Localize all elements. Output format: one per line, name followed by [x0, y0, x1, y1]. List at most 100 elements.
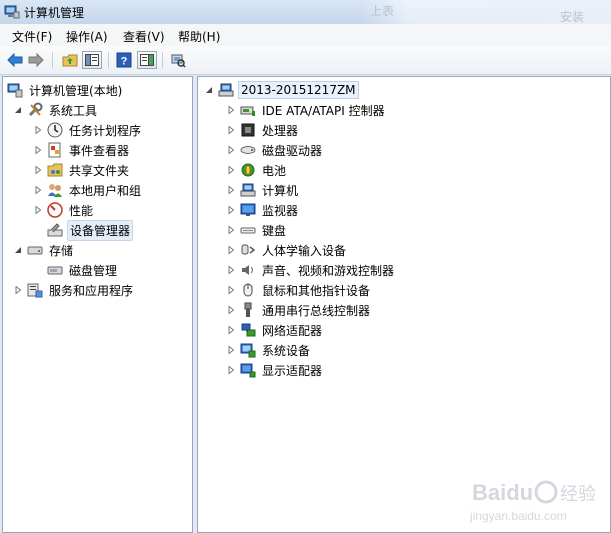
- collapsed-arrow-icon[interactable]: [226, 145, 236, 155]
- console-tree-toggle-button[interactable]: [82, 51, 102, 69]
- event-log-icon: [48, 142, 61, 158]
- expanded-arrow-icon[interactable]: [204, 85, 214, 95]
- expanded-arrow-icon[interactable]: [13, 105, 23, 115]
- tree-item-local-users[interactable]: 本地用户和组: [33, 181, 143, 199]
- collapsed-arrow-icon[interactable]: [33, 205, 43, 215]
- device-category-computer[interactable]: 计算机: [226, 181, 300, 199]
- scan-hardware-button[interactable]: [168, 51, 188, 69]
- tree-item-storage[interactable]: 存储: [13, 241, 75, 259]
- usb-icon: [244, 302, 252, 317]
- processor-icon: [241, 123, 255, 137]
- collapsed-arrow-icon[interactable]: [226, 265, 236, 275]
- tree-item-performance[interactable]: 性能: [33, 201, 95, 219]
- background-window-ghost: 上表 安装: [360, 0, 611, 24]
- back-button[interactable]: [5, 51, 25, 69]
- device-category-ide-controller[interactable]: IDE ATA/ATAPI 控制器: [226, 101, 387, 119]
- disk-drive-icon: [240, 146, 256, 154]
- device-category-disk-drive[interactable]: 磁盘驱动器: [226, 141, 324, 159]
- tree-item-label: 存储: [49, 243, 74, 258]
- title-bar: 计算机管理 上表 安装: [0, 0, 611, 24]
- device-category-system-device[interactable]: 系统设备: [226, 341, 312, 359]
- tree-item-services-apps[interactable]: 服务和应用程序: [13, 281, 135, 299]
- device-category-label: 计算机: [262, 183, 299, 198]
- tree-item-device-manager[interactable]: 设备管理器: [47, 219, 134, 241]
- device-category-keyboard[interactable]: 键盘: [226, 221, 288, 239]
- collapsed-arrow-icon[interactable]: [33, 125, 43, 135]
- expanded-arrow-icon[interactable]: [13, 245, 23, 255]
- help-button[interactable]: ?: [114, 51, 134, 69]
- tree-item-label: 磁盘管理: [69, 263, 118, 278]
- device-category-label: 鼠标和其他指针设备: [262, 283, 371, 298]
- device-category-battery[interactable]: 电池: [226, 161, 288, 179]
- collapsed-arrow-icon[interactable]: [226, 285, 236, 295]
- collapsed-arrow-icon[interactable]: [226, 365, 236, 375]
- tree-item-disk-management[interactable]: 磁盘管理: [47, 261, 119, 279]
- device-category-label: 电池: [262, 163, 287, 178]
- collapsed-arrow-icon[interactable]: [226, 325, 236, 335]
- device-category-label: 显示适配器: [262, 363, 323, 378]
- device-tree-root[interactable]: 2013-20151217ZM: [204, 81, 359, 99]
- device-category-processor[interactable]: 处理器: [226, 121, 300, 139]
- device-category-label: 系统设备: [262, 343, 311, 358]
- device-category-display-adapter[interactable]: 显示适配器: [226, 361, 324, 379]
- device-category-sound[interactable]: 声音、视频和游戏控制器: [226, 261, 396, 279]
- toolbar-separator: [108, 52, 109, 68]
- hid-icon: [241, 244, 256, 255]
- collapsed-arrow-icon[interactable]: [226, 305, 236, 315]
- tree-item-label: 系统工具: [49, 103, 98, 118]
- collapsed-arrow-icon[interactable]: [33, 145, 43, 155]
- device-category-label: 网络适配器: [262, 323, 323, 338]
- collapsed-arrow-icon[interactable]: [226, 165, 236, 175]
- ide-controller-icon: [240, 106, 255, 116]
- show-hide-console-tree-icon: [85, 54, 99, 66]
- tree-item-label: 事件查看器: [69, 143, 130, 158]
- ghost-text-right: 安装: [560, 10, 585, 24]
- computer-management-icon: [7, 83, 23, 98]
- computer-name-label: 2013-20151217ZM: [238, 81, 359, 99]
- device-category-label: 监视器: [262, 203, 299, 218]
- collapsed-arrow-icon[interactable]: [226, 345, 236, 355]
- menu-bar: 文件(F) 操作(A) 查看(V) 帮助(H): [0, 24, 611, 47]
- toolbar-separator: [162, 52, 163, 68]
- device-category-monitor[interactable]: 监视器: [226, 201, 300, 219]
- menu-help[interactable]: 帮助(H): [176, 28, 222, 45]
- collapsed-arrow-icon[interactable]: [226, 205, 236, 215]
- device-category-label: 声音、视频和游戏控制器: [262, 263, 395, 278]
- collapsed-arrow-icon[interactable]: [13, 285, 23, 295]
- collapsed-arrow-icon[interactable]: [226, 185, 236, 195]
- device-category-usb[interactable]: 通用串行总线控制器: [226, 301, 372, 319]
- device-category-mouse[interactable]: 鼠标和其他指针设备: [226, 281, 372, 299]
- forward-button[interactable]: [26, 51, 46, 69]
- device-category-network-adapter[interactable]: 网络适配器: [226, 321, 324, 339]
- device-category-label: 人体学输入设备: [262, 243, 347, 258]
- action-pane-toggle-button[interactable]: [137, 51, 157, 69]
- toolbar-separator: [52, 52, 53, 68]
- tree-item-system-tools[interactable]: 系统工具: [13, 101, 99, 119]
- back-icon: [7, 53, 23, 67]
- clock-icon: [47, 122, 63, 138]
- device-category-hid[interactable]: 人体学输入设备: [226, 241, 348, 259]
- tree-item-shared-folders[interactable]: 共享文件夹: [33, 161, 131, 179]
- collapsed-arrow-icon[interactable]: [226, 105, 236, 115]
- collapsed-arrow-icon[interactable]: [226, 125, 236, 135]
- tree-item-root[interactable]: 计算机管理(本地): [7, 81, 124, 99]
- tree-item-label: 任务计划程序: [69, 123, 142, 138]
- tree-item-event-viewer[interactable]: 事件查看器: [33, 141, 131, 159]
- collapsed-arrow-icon[interactable]: [226, 225, 236, 235]
- tree-item-label: 服务和应用程序: [49, 283, 134, 298]
- menu-view[interactable]: 查看(V): [121, 28, 167, 45]
- storage-icon: [27, 246, 43, 255]
- menu-file[interactable]: 文件(F): [10, 28, 54, 45]
- collapsed-arrow-icon[interactable]: [226, 245, 236, 255]
- console-tree-pane: 计算机管理(本地) 系统工具 任务计划程序 事件查看器 共享文件夹 本地用户和组…: [2, 76, 193, 533]
- tree-item-task-scheduler[interactable]: 任务计划程序: [33, 121, 143, 139]
- up-button[interactable]: [60, 51, 80, 69]
- up-folder-icon: [62, 54, 78, 67]
- tree-item-label: 性能: [69, 203, 94, 218]
- mouse-icon: [243, 283, 253, 297]
- device-category-label: 通用串行总线控制器: [262, 303, 371, 318]
- menu-action[interactable]: 操作(A): [64, 28, 110, 45]
- device-category-label: 处理器: [262, 123, 299, 138]
- collapsed-arrow-icon[interactable]: [33, 185, 43, 195]
- collapsed-arrow-icon[interactable]: [33, 165, 43, 175]
